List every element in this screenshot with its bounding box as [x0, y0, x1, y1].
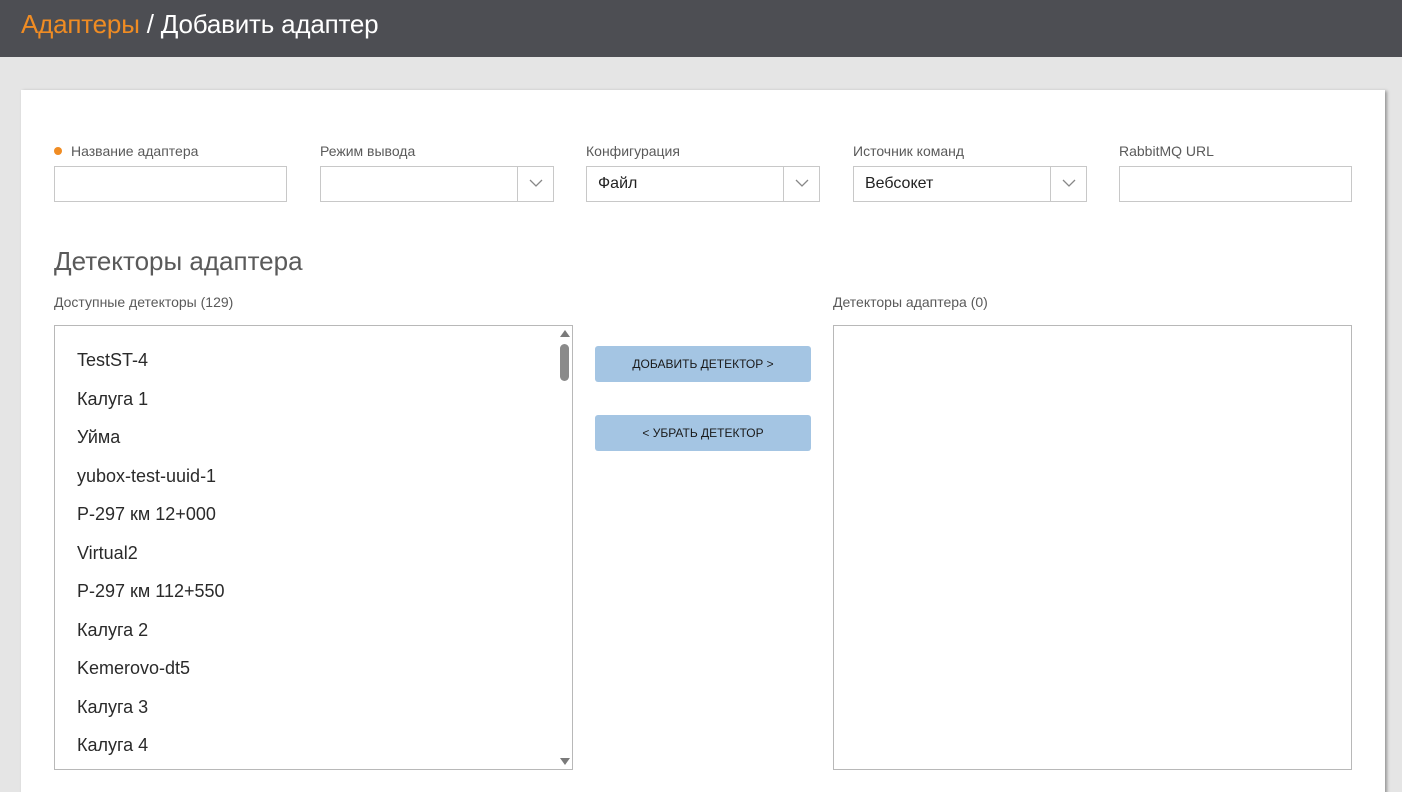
list-scrollbar[interactable]	[557, 326, 572, 769]
list-item[interactable]: yubox-test-uuid-1	[77, 466, 216, 487]
list-item[interactable]: TestST-4	[77, 350, 148, 371]
assigned-detectors-label: Детекторы адаптера (0)	[833, 294, 988, 310]
scroll-thumb[interactable]	[560, 344, 569, 381]
list-item[interactable]: Kemerovo-dt5	[77, 658, 190, 679]
remove-detector-button[interactable]: < УБРАТЬ ДЕТЕКТОР	[595, 415, 811, 451]
command-source-label: Источник команд	[853, 143, 965, 159]
form-card: Название адаптера Режим вывода Конфигура…	[21, 90, 1385, 792]
adapter-detectors-list[interactable]	[833, 325, 1352, 770]
chevron-down-icon	[795, 179, 809, 187]
scroll-up-arrow-icon[interactable]	[560, 330, 570, 337]
breadcrumb: Адаптеры / Добавить адаптер	[21, 9, 379, 40]
list-item[interactable]: Уйма	[77, 427, 120, 448]
available-detectors-list[interactable]: TestST-4 Калуга 1 Уйма yubox-test-uuid-1 Р-2…	[54, 325, 573, 770]
breadcrumb-adapters-link[interactable]: Адаптеры	[21, 9, 140, 39]
adapter-name-label: Название адаптера	[54, 143, 198, 159]
available-detectors-label: Доступные детекторы (129)	[54, 294, 234, 310]
command-source-value: Вебсокет	[865, 175, 934, 192]
page-title: Добавить адаптер	[160, 9, 379, 39]
chevron-down-icon	[529, 179, 543, 187]
output-mode-label: Режим вывода	[320, 143, 416, 159]
list-item[interactable]: Р-297 км 12+000	[77, 504, 216, 525]
scroll-down-arrow-icon[interactable]	[560, 758, 570, 765]
output-mode-select[interactable]	[320, 166, 554, 202]
top-bar: Адаптеры / Добавить адаптер	[0, 0, 1402, 57]
rabbitmq-url-input[interactable]	[1119, 166, 1352, 202]
list-item[interactable]: Калуга 4	[77, 735, 148, 756]
list-item[interactable]: Калуга 2	[77, 620, 148, 641]
configuration-label: Конфигурация	[586, 143, 680, 159]
list-item[interactable]: Калуга 1	[77, 389, 148, 410]
configuration-value: Файл	[598, 175, 638, 192]
command-source-select[interactable]: Вебсокет	[853, 166, 1087, 202]
rabbitmq-url-label: RabbitMQ URL	[1119, 143, 1214, 159]
chevron-down-icon	[1062, 179, 1076, 187]
required-indicator	[54, 147, 62, 155]
list-item[interactable]: Р-297 км 112+550	[77, 581, 225, 602]
add-detector-button[interactable]: ДОБАВИТЬ ДЕТЕКТОР >	[595, 346, 811, 382]
breadcrumb-separator: /	[139, 9, 161, 39]
list-item[interactable]: Virtual2	[77, 543, 138, 564]
list-item[interactable]: Калуга 3	[77, 697, 148, 718]
detectors-section-title: Детекторы адаптера	[54, 246, 303, 276]
configuration-select[interactable]: Файл	[586, 166, 820, 202]
adapter-name-input[interactable]	[54, 166, 287, 202]
